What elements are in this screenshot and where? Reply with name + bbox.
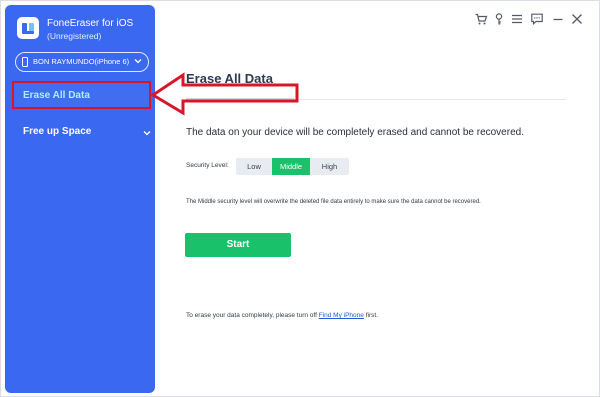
chevron-down-icon [134, 59, 142, 64]
app-name: FoneEraser for iOS [47, 18, 134, 29]
footnote-prefix: To erase your data completely, please tu… [186, 312, 319, 319]
sidebar: FoneEraser for iOS (Unregistered) BON RA… [5, 5, 155, 393]
red-arrow-annotation [151, 72, 299, 116]
security-level-selector: Low Middle High [236, 158, 349, 175]
security-level-label: Security Level: [186, 162, 229, 169]
security-level-description: The Middle security level will overwrite… [186, 199, 481, 205]
app-window: FoneEraser for iOS (Unregistered) BON RA… [0, 0, 600, 397]
security-level-high[interactable]: High [310, 158, 349, 175]
footnote: To erase your data completely, please tu… [186, 312, 378, 319]
sidebar-item-label: Free up Space [23, 126, 92, 137]
menu-icon[interactable] [510, 12, 524, 26]
registration-status: (Unregistered) [47, 31, 102, 41]
cart-icon[interactable] [474, 12, 488, 26]
sidebar-item-label: Erase All Data [23, 90, 90, 101]
sidebar-item-erase-all-data[interactable]: Erase All Data [5, 81, 155, 111]
minimize-icon[interactable] [551, 12, 565, 26]
chevron-down-icon [143, 131, 151, 136]
security-level-middle[interactable]: Middle [272, 158, 310, 175]
footnote-suffix: first. [363, 312, 378, 319]
close-icon[interactable] [570, 12, 584, 26]
start-button[interactable]: Start [185, 233, 291, 257]
key-icon[interactable] [492, 12, 506, 26]
device-name: BON RAYMUNDO(iPhone 6) [33, 57, 130, 66]
sidebar-item-free-up-space[interactable]: Free up Space [5, 120, 155, 150]
erase-warning-text: The data on your device will be complete… [186, 127, 524, 138]
feedback-icon[interactable] [530, 12, 544, 26]
phone-icon [22, 57, 28, 67]
security-level-low[interactable]: Low [236, 158, 272, 175]
foneeraser-logo-icon [17, 17, 39, 39]
device-selector[interactable]: BON RAYMUNDO(iPhone 6) [15, 52, 149, 72]
find-my-iphone-link[interactable]: Find My iPhone [319, 312, 364, 319]
